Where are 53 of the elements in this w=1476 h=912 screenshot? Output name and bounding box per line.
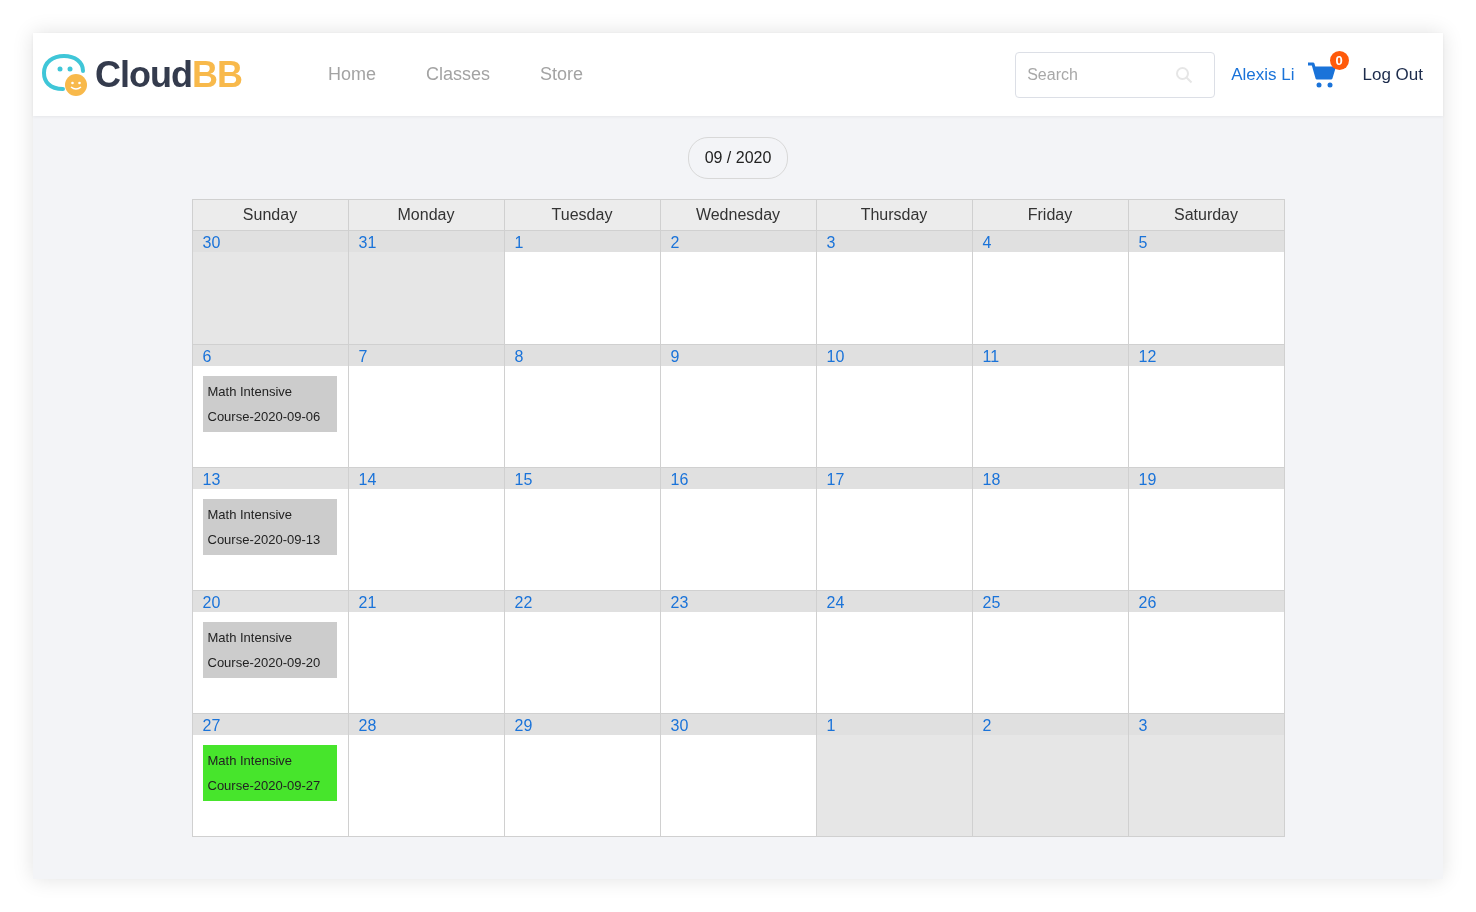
day-number: 9 — [660, 345, 816, 366]
day-number: 10 — [816, 345, 972, 366]
day-number: 6 — [192, 345, 348, 366]
day-number: 27 — [192, 714, 348, 735]
day-number: 23 — [660, 591, 816, 612]
search-field[interactable]: Search — [1015, 51, 1216, 98]
day-number: 20 — [192, 591, 348, 612]
weekday-header: Sunday — [192, 200, 349, 231]
event-card[interactable]: Math Intensive Course-2020-09-20 — [202, 622, 337, 678]
day-number: 4 — [972, 231, 1128, 252]
day-number: 21 — [348, 591, 504, 612]
day-number: 18 — [972, 468, 1128, 489]
month-label: 09 / 2020 — [687, 137, 789, 179]
event-card[interactable]: Math Intensive Course-2020-09-13 — [202, 499, 337, 555]
day-number: 26 — [1128, 591, 1284, 612]
weekday-header: Monday — [348, 200, 505, 231]
cart-count-badge: 0 — [1329, 50, 1349, 70]
day-number: 28 — [348, 714, 504, 735]
weekday-header: Wednesday — [660, 200, 817, 231]
user-name-link[interactable]: Alexis Li — [1231, 64, 1295, 85]
day-number: 24 — [816, 591, 972, 612]
day-number: 1 — [504, 231, 660, 252]
day-number: 30 — [660, 714, 816, 735]
day-number: 12 — [1128, 345, 1284, 366]
day-number: 2 — [660, 231, 816, 252]
logo-text: CloudBB — [95, 53, 242, 96]
day-number: 1 — [816, 714, 972, 735]
day-number: 3 — [1128, 714, 1284, 735]
day-number: 13 — [192, 468, 348, 489]
day-number: 25 — [972, 591, 1128, 612]
event-card[interactable]: Math Intensive Course-2020-09-06 — [202, 376, 337, 432]
day-number: 19 — [1128, 468, 1284, 489]
event-card[interactable]: Math Intensive Course-2020-09-27 — [202, 745, 337, 801]
day-number: 31 — [348, 231, 504, 252]
day-number: 14 — [348, 468, 504, 489]
weekday-header: Friday — [972, 200, 1129, 231]
day-number: 5 — [1128, 231, 1284, 252]
day-number: 2 — [972, 714, 1128, 735]
day-number: 15 — [504, 468, 660, 489]
day-number: 16 — [660, 468, 816, 489]
weekday-header: Tuesday — [504, 200, 661, 231]
day-number: 17 — [816, 468, 972, 489]
day-number: 8 — [504, 345, 660, 366]
day-number: 7 — [348, 345, 504, 366]
weekday-header: Saturday — [1128, 200, 1285, 231]
day-number: 22 — [504, 591, 660, 612]
search-icon — [1175, 65, 1194, 84]
day-number: 3 — [816, 231, 972, 252]
day-number: 29 — [504, 714, 660, 735]
day-number: 30 — [192, 231, 348, 252]
logout-link[interactable]: Log Out — [1362, 64, 1423, 85]
weekday-header: Thursday — [816, 200, 973, 231]
day-number: 11 — [972, 345, 1128, 366]
